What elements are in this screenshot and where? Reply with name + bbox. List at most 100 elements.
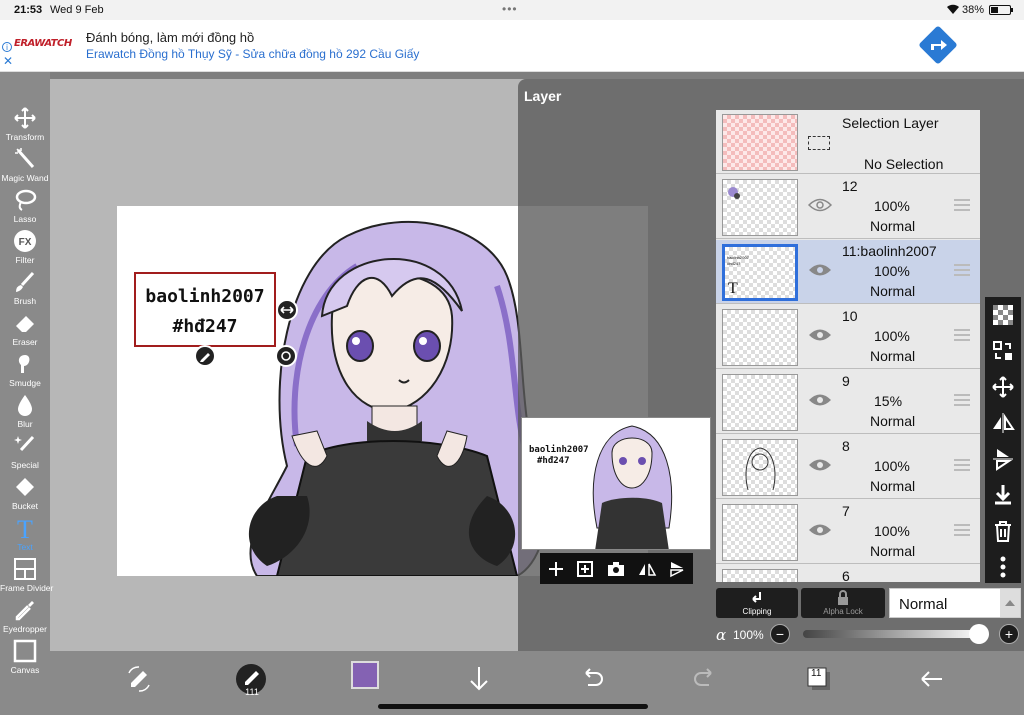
opacity-slider-knob[interactable] (969, 624, 989, 644)
rotate-reference-icon[interactable] (667, 559, 687, 579)
layer-row[interactable]: 7 100% Normal (716, 500, 980, 564)
info-icon[interactable]: i (2, 42, 12, 52)
swap-layers-icon[interactable] (991, 339, 1015, 363)
tool-label: Text (17, 542, 33, 552)
increase-opacity-button[interactable]: + (999, 624, 1019, 644)
flip-reference-icon[interactable] (637, 559, 657, 579)
tool-bucket[interactable]: Bucket (0, 475, 50, 516)
brush-size-value: 111 (245, 687, 259, 697)
tool-frame-divider[interactable]: Frame Divider (0, 557, 53, 598)
add-icon[interactable] (546, 559, 566, 579)
selection-layer-row[interactable]: Selection Layer No Selection (716, 110, 980, 174)
layer-opacity: 100% (874, 523, 910, 539)
layer-row[interactable]: 6 (716, 565, 980, 582)
decrease-opacity-button[interactable]: − (770, 624, 790, 644)
arrow-down-icon[interactable] (463, 663, 495, 695)
alpha-symbol: α (716, 626, 727, 644)
drag-handle-icon[interactable] (954, 394, 970, 406)
tool-transform[interactable]: Transform (0, 106, 50, 147)
merge-down-icon[interactable] (991, 483, 1015, 507)
eyedropper-icon (15, 601, 34, 621)
tool-label: Transform (5, 132, 45, 142)
layer-row[interactable]: 10 100% Normal (716, 305, 980, 369)
frame-divider-icon (14, 558, 36, 580)
directions-icon[interactable] (918, 25, 958, 65)
tool-label: Lasso (13, 214, 37, 224)
tool-filter[interactable]: FX Filter (0, 229, 50, 270)
blend-mode-select[interactable]: Normal (889, 588, 1021, 618)
layer-row[interactable]: 8 100% Normal (716, 435, 980, 499)
layers-button[interactable]: 11 (803, 663, 835, 695)
undo-icon[interactable] (576, 663, 608, 695)
visibility-eye-icon[interactable] (808, 262, 832, 278)
filter-icon: FX (14, 230, 36, 252)
rotate-handle-icon[interactable] (275, 345, 297, 367)
camera-icon[interactable] (606, 559, 626, 579)
ad-title[interactable]: Đánh bóng, làm mới đồng hồ (86, 30, 254, 45)
clipping-icon (752, 592, 761, 603)
tool-special[interactable]: Special (0, 434, 50, 475)
layer-blend-mode: Normal (870, 348, 916, 364)
tool-label: Eraser (12, 337, 38, 347)
ad-subtitle[interactable]: Erawatch Đồng hồ Thụy Sỹ - Sửa chữa đồng… (86, 47, 419, 61)
status-bar: 21:53 Wed 9 Feb ••• 38% (0, 0, 1024, 20)
flip-vertical-icon[interactable] (991, 447, 1015, 471)
drag-handle-icon[interactable] (954, 524, 970, 536)
tool-text[interactable]: T Text (0, 516, 50, 557)
tool-eyedropper[interactable]: Eyedropper (0, 598, 50, 639)
color-swatch[interactable] (351, 661, 379, 689)
tool-label: Magic Wand (1, 173, 49, 183)
transform-icon (14, 107, 36, 129)
redo-icon[interactable] (689, 663, 721, 695)
visibility-eye-icon[interactable] (808, 197, 832, 213)
ad-banner[interactable]: i ✕ ERAWATCH Đánh bóng, làm mới đồng hồ … (0, 20, 1024, 72)
move-layer-icon[interactable] (991, 375, 1015, 399)
tool-lasso[interactable]: Lasso (0, 188, 50, 229)
clipping-label: Clipping (742, 607, 772, 616)
drag-handle-icon[interactable] (954, 329, 970, 341)
visibility-eye-icon[interactable] (808, 327, 832, 343)
more-options-icon[interactable] (991, 555, 1015, 579)
layer-row[interactable]: 9 15% Normal (716, 370, 980, 434)
tool-label: Canvas (10, 665, 40, 675)
flip-horizontal-icon[interactable] (991, 411, 1015, 435)
tool-blur[interactable]: Blur (0, 393, 50, 434)
svg-text:FX: FX (19, 237, 32, 248)
ibispaint-screen: 21:53 Wed 9 Feb ••• 38% i ✕ ERAWATCH Đán… (0, 0, 1024, 715)
transparent-fill-icon[interactable] (991, 303, 1015, 327)
drag-handle-icon[interactable] (954, 264, 970, 276)
reference-window[interactable]: baolinh2007 #hđ247 (521, 417, 711, 550)
multitask-dots-icon[interactable]: ••• (502, 2, 518, 16)
tool-canvas[interactable]: Canvas (0, 639, 50, 680)
visibility-eye-icon[interactable] (808, 457, 832, 473)
opacity-slider-track[interactable] (803, 630, 983, 638)
visibility-eye-icon[interactable] (808, 522, 832, 538)
tool-magic-wand[interactable]: Magic Wand (0, 147, 50, 188)
clipping-button[interactable]: Clipping (716, 588, 798, 618)
resize-handle-icon[interactable] (276, 299, 298, 321)
tool-brush[interactable]: Brush (0, 270, 50, 311)
layer-row[interactable]: 12 100% Normal (716, 175, 980, 239)
visibility-eye-icon[interactable] (808, 392, 832, 408)
layer-list[interactable]: Selection Layer No Selection 12 100% Nor… (716, 110, 980, 582)
wifi-icon (947, 4, 959, 14)
back-arrow-icon[interactable] (916, 663, 948, 695)
tool-eraser[interactable]: Eraser (0, 311, 50, 352)
close-icon[interactable]: ✕ (3, 54, 13, 68)
drag-handle-icon[interactable] (954, 459, 970, 471)
layer-blend-mode: Normal (870, 283, 916, 299)
delete-layer-icon[interactable] (991, 519, 1015, 543)
tool-smudge[interactable]: Smudge (0, 352, 50, 393)
layer-name: 6 (842, 568, 850, 582)
text-frame[interactable]: baolinh2007 #hđ247 (134, 272, 276, 347)
brush-size-button[interactable]: 111 (235, 663, 267, 697)
home-indicator[interactable] (378, 704, 648, 709)
drag-handle-icon[interactable] (954, 199, 970, 211)
quick-swap-tool-icon[interactable] (123, 663, 155, 695)
edit-text-pencil-icon[interactable] (194, 345, 216, 367)
tool-label: Bucket (12, 501, 38, 511)
layer-opacity: 100% (874, 198, 910, 214)
alpha-lock-button[interactable]: Alpha Lock (801, 588, 885, 618)
layer-row-selected[interactable]: baolinh2007 #hđ247 T 11:baolinh2007 100%… (716, 240, 980, 304)
import-image-icon[interactable] (575, 559, 595, 579)
